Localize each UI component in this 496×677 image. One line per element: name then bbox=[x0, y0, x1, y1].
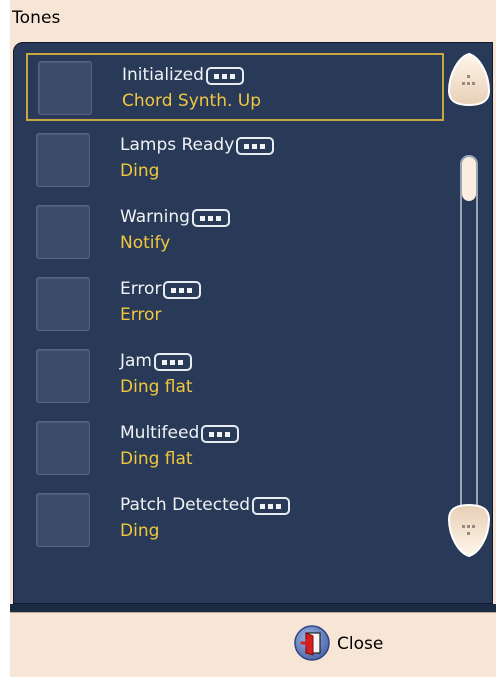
ellipsis-button-icon[interactable] bbox=[252, 497, 291, 515]
tones-list-panel: Initialized Chord Synth. Up Lamps Ready … bbox=[13, 42, 493, 604]
exit-door-icon bbox=[294, 625, 330, 661]
tone-swatch[interactable] bbox=[36, 421, 90, 475]
tone-swatch[interactable] bbox=[36, 277, 90, 331]
item-tone: Ding flat bbox=[120, 377, 193, 397]
item-name: Error bbox=[120, 279, 162, 299]
tone-swatch[interactable] bbox=[38, 61, 92, 115]
scrollbar-thumb[interactable] bbox=[462, 157, 476, 201]
scroll-up-arrow-icon[interactable] bbox=[446, 51, 492, 107]
item-name-row: Multifeed bbox=[120, 421, 240, 445]
ellipsis-button-icon[interactable] bbox=[236, 137, 275, 155]
dialog-title: Tones bbox=[12, 8, 61, 28]
item-name: Warning bbox=[120, 207, 190, 227]
list-item[interactable]: Error Error bbox=[26, 269, 444, 337]
item-tone: Ding bbox=[120, 161, 160, 181]
item-tone: Ding bbox=[120, 521, 160, 541]
ellipsis-button-icon[interactable] bbox=[163, 281, 202, 299]
item-name-row: Error bbox=[120, 277, 202, 301]
ellipsis-button-icon[interactable] bbox=[205, 67, 244, 85]
tone-swatch[interactable] bbox=[36, 205, 90, 259]
scroll-down-arrow-icon[interactable] bbox=[446, 503, 492, 559]
tone-swatch[interactable] bbox=[36, 349, 90, 403]
tones-dialog: Tones Initialized Chord Synth. Up Lamps … bbox=[10, 0, 496, 677]
item-tone: Error bbox=[120, 305, 162, 325]
item-name: Multifeed bbox=[120, 423, 200, 443]
list-item[interactable]: Patch Detected Ding bbox=[26, 485, 444, 553]
ellipsis-button-icon[interactable] bbox=[201, 425, 240, 443]
ellipsis-button-icon[interactable] bbox=[191, 209, 230, 227]
item-name: Initialized bbox=[122, 65, 204, 85]
ellipsis-button-icon[interactable] bbox=[154, 353, 192, 371]
list-item[interactable]: Warning Notify bbox=[26, 197, 444, 265]
scrollbar-track[interactable] bbox=[460, 155, 478, 541]
item-name-row: Warning bbox=[120, 205, 230, 229]
close-button-label: Close bbox=[337, 634, 384, 654]
item-name: Patch Detected bbox=[120, 495, 251, 515]
item-name-row: Lamps Ready bbox=[120, 133, 275, 157]
list-item[interactable]: Multifeed Ding flat bbox=[26, 413, 444, 481]
list-item[interactable]: Initialized Chord Synth. Up bbox=[26, 53, 444, 121]
item-name-row: Patch Detected bbox=[120, 493, 291, 517]
item-name: Jam bbox=[120, 351, 152, 371]
item-name-row: Jam bbox=[120, 349, 192, 373]
item-tone: Chord Synth. Up bbox=[122, 91, 262, 111]
tone-swatch[interactable] bbox=[36, 133, 90, 187]
item-tone: Ding flat bbox=[120, 449, 193, 469]
tone-swatch[interactable] bbox=[36, 493, 90, 547]
footer-bar bbox=[10, 612, 496, 677]
item-name-row: Initialized bbox=[122, 63, 244, 87]
item-tone: Notify bbox=[120, 233, 171, 253]
close-button[interactable]: Close bbox=[293, 620, 423, 666]
panel-bottom-border bbox=[10, 604, 496, 612]
list-item[interactable]: Lamps Ready Ding bbox=[26, 125, 444, 193]
list-item[interactable]: Jam Ding flat bbox=[26, 341, 444, 409]
item-name: Lamps Ready bbox=[120, 135, 235, 155]
